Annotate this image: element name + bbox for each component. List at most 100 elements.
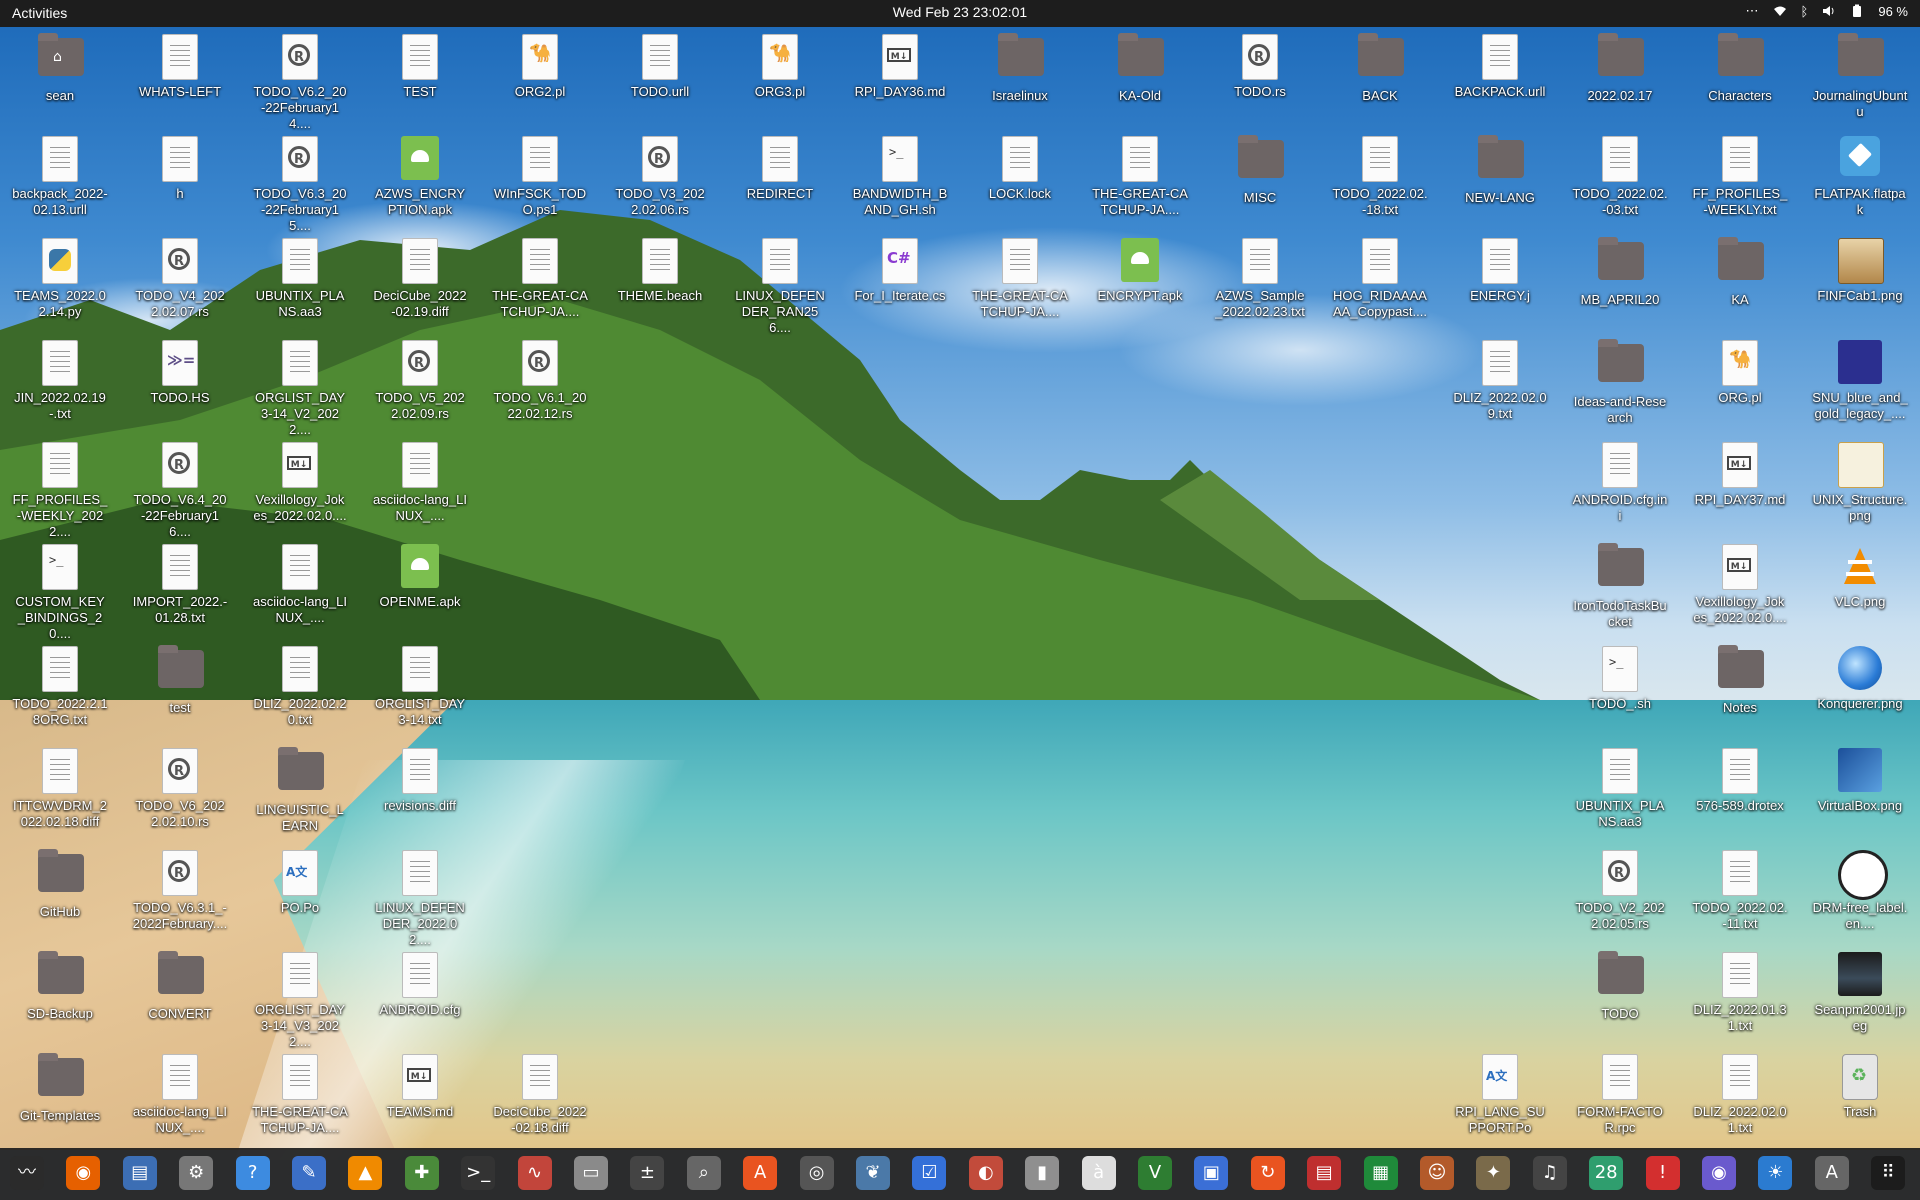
desktop-icon-doc[interactable]: LINUX_DEFENDER_2022.02.... — [370, 850, 470, 948]
disk-icon[interactable]: ◎ — [799, 1156, 834, 1190]
desktop-icon-rs[interactable]: TODO_V6.1_2022.02.12.rs — [490, 340, 590, 422]
desktop-icon-folder[interactable]: CONVERT — [130, 951, 230, 1022]
settings-icon[interactable]: ⚙ — [179, 1156, 214, 1190]
desktop-icon-doc[interactable]: ANDROID.cfg — [370, 952, 470, 1018]
desktop-icon-doc[interactable]: ORGLIST_DAY3-14_V2_2022.... — [250, 340, 350, 438]
desktop-icon-doc[interactable]: ENERGY.j — [1450, 238, 1550, 304]
desktop-icon-doc[interactable]: TODO_2022.02.-03.txt — [1570, 136, 1670, 218]
desktop-icon-folder-home[interactable]: ⌂ sean — [10, 33, 110, 104]
desktop-icon-sh[interactable]: CUSTOM_KEY_BINDINGS_20.... — [10, 544, 110, 642]
desktop-icon-folder[interactable]: GitHub — [10, 849, 110, 920]
desktop-icon-doc[interactable]: THEME.beach — [610, 238, 710, 304]
update-icon[interactable]: ↻ — [1250, 1156, 1285, 1190]
desktop-icon-doc[interactable]: ORGLIST_DAY3-14_V3_2022.... — [250, 952, 350, 1050]
desktop-icon-trash[interactable]: Trash — [1810, 1054, 1910, 1120]
desktop-icon-doc[interactable]: ANDROID.cfg.ini — [1570, 442, 1670, 524]
desktop-icon-py[interactable]: TEAMS_2022.02.14.py — [10, 238, 110, 320]
desktop-icon-img-vbox[interactable]: VirtualBox.png — [1810, 748, 1910, 814]
books-icon[interactable]: ❦ — [856, 1156, 890, 1190]
desktop-icon-img-unix[interactable]: UNIX_Structure.png — [1810, 442, 1910, 524]
desktop-icon-po[interactable]: RPI_LANG_SUPPORT.Po — [1450, 1054, 1550, 1136]
desktop-icon-doc[interactable]: backpack_2022-02.13.urll — [10, 136, 110, 218]
spreadsheet-icon[interactable]: ▦ — [1363, 1156, 1398, 1190]
desktop-icon-doc[interactable]: JIN_2022.02.19-.txt — [10, 340, 110, 422]
desktop-icon-doc[interactable]: AZWS_Sample_2022.02.23.txt — [1210, 238, 1310, 320]
desktop-icon-folder[interactable]: Ideas-and-Research — [1570, 339, 1670, 426]
desktop-icon-doc[interactable]: WHATS-LEFT — [130, 34, 230, 100]
wifi-icon[interactable] — [1773, 4, 1787, 18]
desktop-icon-folder[interactable]: KA-Old — [1090, 33, 1190, 104]
desktop-icon-doc[interactable]: THE-GREAT-CATCHUP-JA.... — [490, 238, 590, 320]
vim-icon[interactable]: V — [1138, 1156, 1172, 1190]
desktop-icon-doc[interactable]: revisions.diff — [370, 748, 470, 814]
desktop-icon-rs[interactable]: TODO_V2_2022.02.05.rs — [1570, 850, 1670, 932]
desktop-icon-doc[interactable]: TODO_2022.02.-18.txt — [1330, 136, 1430, 218]
desktop-icon-cs[interactable]: For_I_Iterate.cs — [850, 238, 950, 304]
desktop-icon-flatpak[interactable]: FLATPAK.flatpak — [1810, 136, 1910, 218]
desktop-icon-doc[interactable]: DLIZ_2022.01.31.txt — [1690, 952, 1790, 1034]
desktop-icon-doc[interactable]: FF_PROFILES_-WEEKLY_2022.... — [10, 442, 110, 540]
app-grid-icon[interactable]: ⠿ — [1871, 1156, 1906, 1190]
desktop-icon-doc[interactable]: asciidoc-lang_LINUX_.... — [370, 442, 470, 524]
vlc-icon[interactable]: ▲ — [348, 1156, 383, 1190]
archive-icon[interactable]: ▮ — [1025, 1156, 1060, 1190]
desktop-icon-doc[interactable]: DLIZ_2022.02.20.txt — [250, 646, 350, 728]
desktop-icon-folder[interactable]: Git-Templates — [10, 1053, 110, 1124]
document-viewer-icon[interactable]: ◐ — [968, 1156, 1003, 1190]
files-icon[interactable]: ▭ — [574, 1156, 608, 1190]
character-map-icon[interactable]: à — [1081, 1156, 1116, 1190]
desktop-icon-folder[interactable]: LINGUISTIC_LEARN — [250, 747, 350, 834]
bluetooth-icon[interactable]: ᛒ — [1801, 4, 1809, 19]
desktop-icon-folder[interactable]: SD-Backup — [10, 951, 110, 1022]
desktop-icon-doc[interactable]: IMPORT_2022.-01.28.txt — [130, 544, 230, 626]
desktop-icon-sh[interactable]: TODO_.sh — [1570, 646, 1670, 712]
desktop-icon-doc[interactable]: THE-GREAT-CATCHUP-JA.... — [970, 238, 1070, 320]
desktop-icon-rs[interactable]: TODO_V6.2_20-22February14.... — [250, 34, 350, 132]
system-tray[interactable]: ⋯ ᛒ 96 % — [1746, 3, 1908, 19]
desktop-icon-sh[interactable]: BANDWIDTH_BAND_GH.sh — [850, 136, 950, 218]
desktop-icon-img-drm[interactable]: DRM-free_label.en.... — [1810, 850, 1910, 932]
desktop-icon-doc[interactable]: BACKPACK.urll — [1450, 34, 1550, 100]
desktop-icon-folder[interactable]: Characters — [1690, 33, 1790, 104]
clock-button[interactable]: Wed Feb 23 23:02:01 — [893, 4, 1027, 20]
weather-icon[interactable]: ☀ — [1758, 1156, 1793, 1190]
desktop-icon-rs[interactable]: TODO.rs — [1210, 34, 1310, 100]
desktop-icon-doc[interactable]: LOCK.lock — [970, 136, 1070, 202]
calendar-icon[interactable]: 28 — [1589, 1156, 1624, 1190]
desktop-icon-hs[interactable]: TODO.HS — [130, 340, 230, 406]
pulse-icon[interactable]: ∿ — [517, 1156, 552, 1190]
desktop-icon-doc[interactable]: FF_PROFILES_-WEEKLY.txt — [1690, 136, 1790, 218]
desktop-icon-md[interactable]: RPI_DAY37.md — [1690, 442, 1790, 508]
desktop-icon-doc[interactable]: LINUX_DEFENDER_RAN256.... — [730, 238, 830, 336]
desktop-icon-doc[interactable]: THE-GREAT-CATCHUP-JA.... — [1090, 136, 1190, 218]
calculator-icon[interactable]: ± — [630, 1156, 665, 1190]
desktop-icon-doc[interactable]: TODO_2022.02.-11.txt — [1690, 850, 1790, 932]
desktop-icon-doc[interactable]: DLIZ_2022.02.09.txt — [1450, 340, 1550, 422]
tasks-icon[interactable]: ☑ — [912, 1156, 947, 1190]
desktop-icon-folder[interactable]: KA — [1690, 237, 1790, 308]
desktop-icon-rs[interactable]: TODO_V6.4_20-22February16.... — [130, 442, 230, 540]
desktop-icon-doc[interactable]: THE-GREAT-CATCHUP-JA.... — [250, 1054, 350, 1136]
desktop-icon-doc[interactable]: DeciCube_2022-02.19.diff — [370, 238, 470, 320]
desktop-icon-img-vlc[interactable]: VLC.png — [1810, 544, 1910, 610]
software-icon[interactable]: A — [743, 1156, 778, 1190]
desktop-icon-doc[interactable]: FORM-FACTOR.rpc — [1570, 1054, 1670, 1136]
desktop-icon-pl[interactable]: ORG.pl — [1690, 340, 1790, 406]
help-icon[interactable]: ? — [235, 1156, 270, 1190]
text-editor-icon[interactable]: ▤ — [122, 1156, 157, 1190]
desktop-icon-folder[interactable]: MISC — [1210, 135, 1310, 206]
volume-icon[interactable] — [1822, 4, 1836, 18]
add-app-icon[interactable]: ✚ — [404, 1156, 439, 1190]
desktop-icon-apk[interactable]: AZWS_ENCRYPTION.apk — [370, 136, 470, 218]
pdf-icon[interactable]: ▤ — [1307, 1156, 1342, 1190]
desktop-icon-doc[interactable]: TODO.urll — [610, 34, 710, 100]
desktop-icon-folder[interactable]: 2022.02.17 — [1570, 33, 1670, 104]
desktop-icon-img-photo[interactable]: Seanpm2001.jpeg — [1810, 952, 1910, 1034]
battery-icon[interactable] — [1850, 4, 1864, 18]
desktop-icon-doc[interactable]: TODO_2022.2.18ORG.txt — [10, 646, 110, 728]
desktop-icon-doc[interactable]: DeciCube_2022-02.18.diff — [490, 1054, 590, 1136]
desktop-icon-folder[interactable]: NEW-LANG — [1450, 135, 1550, 206]
desktop-icon-img-konq[interactable]: Konquerer.png — [1810, 646, 1910, 712]
desktop-icon-pl[interactable]: ORG2.pl — [490, 34, 590, 100]
activities-button[interactable]: Activities — [12, 5, 67, 21]
